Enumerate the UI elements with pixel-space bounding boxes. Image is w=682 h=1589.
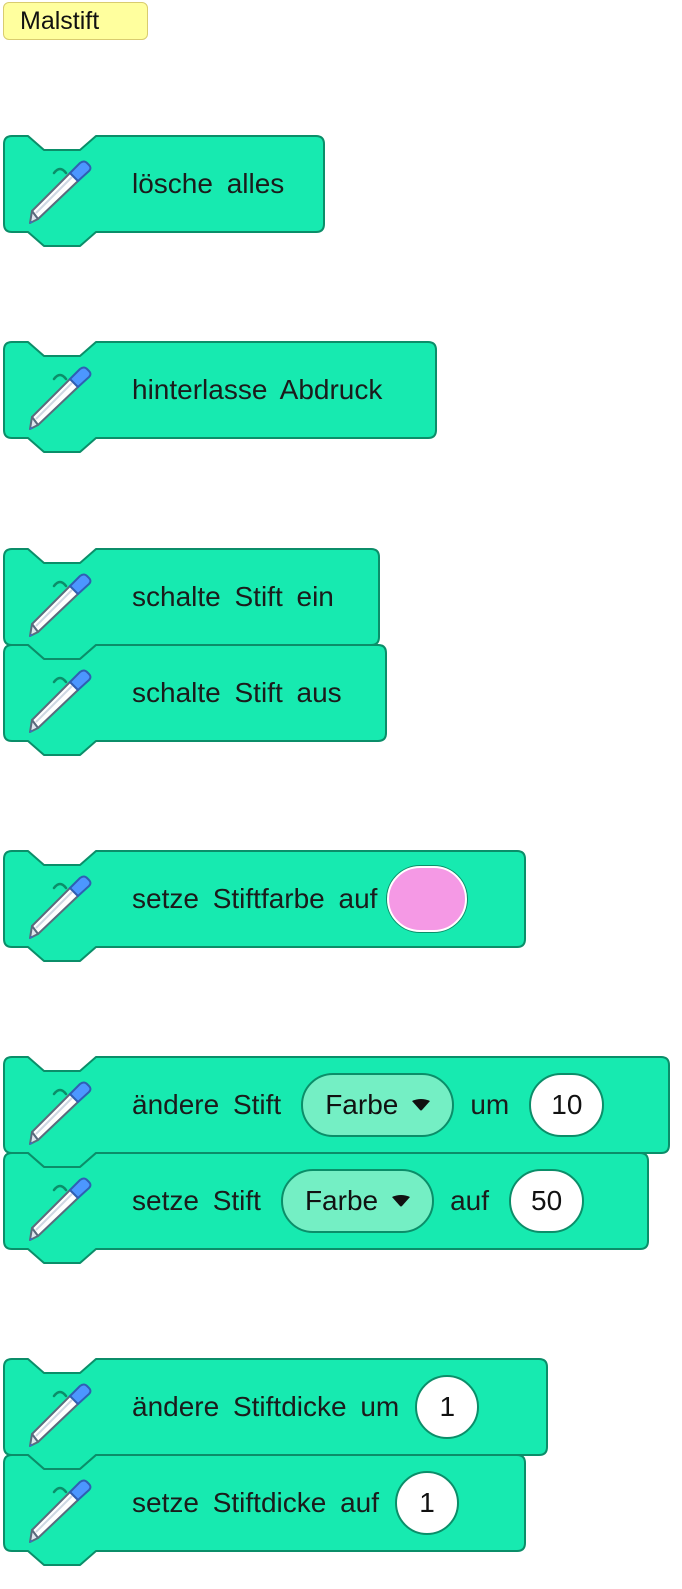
number-input[interactable]: 50 xyxy=(509,1168,585,1233)
block-label: setze Stiftfarbe auf xyxy=(132,882,378,914)
pen-up-block[interactable]: schalte Stift aus xyxy=(0,644,388,760)
block-label: schalte Stift ein xyxy=(132,580,334,612)
caret-down-icon xyxy=(392,1194,411,1206)
pen-icon xyxy=(26,572,94,638)
block-content: lösche alles xyxy=(132,135,284,232)
block-label: setze Stift xyxy=(132,1184,261,1216)
stamp-block[interactable]: hinterlasse Abdruck xyxy=(0,341,438,457)
pen-icon xyxy=(26,874,94,940)
dropdown-label: Farbe xyxy=(304,1184,379,1216)
block-label: ändere Stiftdicke um xyxy=(132,1390,400,1422)
block-content: ändere Stift Farbe um 10 xyxy=(132,1056,605,1153)
block-content: schalte Stift ein xyxy=(132,548,334,645)
block-label: lösche alles xyxy=(132,167,285,199)
set-pen-param-block[interactable]: setze Stift Farbe auf 50 xyxy=(0,1152,650,1268)
block-label: schalte Stift aus xyxy=(132,676,342,708)
set-pen-size-block[interactable]: setze Stiftdicke auf 1 xyxy=(0,1454,527,1570)
set-pen-color-block[interactable]: setze Stiftfarbe auf xyxy=(0,850,527,966)
block-content: ändere Stiftdicke um 1 xyxy=(132,1358,480,1455)
block-content: setze Stift Farbe auf 50 xyxy=(132,1152,585,1249)
pen-param-dropdown[interactable]: Farbe xyxy=(280,1168,435,1233)
category-label: Malstift xyxy=(3,2,148,40)
number-input[interactable]: 1 xyxy=(415,1374,480,1439)
number-input[interactable]: 1 xyxy=(395,1470,460,1535)
block-label: hinterlasse Abdruck xyxy=(132,373,383,405)
pen-icon xyxy=(26,668,94,734)
pen-color-swatch[interactable] xyxy=(387,865,468,932)
block-label-middle: um xyxy=(470,1088,510,1120)
dropdown-label: Farbe xyxy=(325,1088,399,1120)
clear-block[interactable]: lösche alles xyxy=(0,135,326,251)
caret-down-icon xyxy=(412,1098,431,1110)
pen-icon xyxy=(26,1382,94,1448)
block-label: setze Stiftdicke auf xyxy=(132,1486,380,1518)
number-input[interactable]: 10 xyxy=(529,1072,605,1137)
pen-icon xyxy=(26,159,94,225)
block-label-middle: auf xyxy=(450,1184,490,1216)
pen-icon xyxy=(26,1080,94,1146)
pen-icon xyxy=(26,1176,94,1242)
block-content: setze Stiftfarbe auf xyxy=(132,850,468,947)
block-content: setze Stiftdicke auf 1 xyxy=(132,1454,460,1551)
pen-icon xyxy=(26,365,94,431)
block-content: hinterlasse Abdruck xyxy=(132,341,382,438)
pen-icon xyxy=(26,1478,94,1544)
pen-param-dropdown[interactable]: Farbe xyxy=(301,1072,455,1137)
block-label: ändere Stift xyxy=(132,1088,282,1120)
block-content: schalte Stift aus xyxy=(132,644,342,741)
